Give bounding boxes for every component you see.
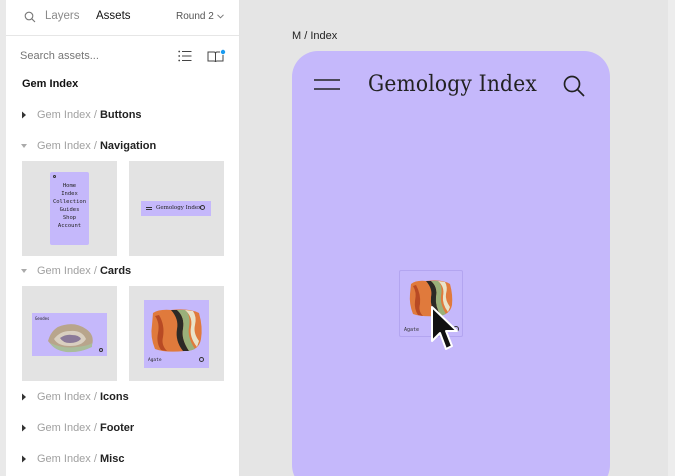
nav-header-preview: Gemology Index (141, 201, 211, 216)
asset-search-row (6, 37, 239, 73)
card-wide-preview: Geodes (32, 313, 107, 356)
card-caption: Agate (148, 358, 162, 363)
group-label: Gem Index / Cards (37, 265, 132, 277)
search-input[interactable] (20, 46, 170, 66)
group-label: Gem Index / Buttons (37, 109, 142, 121)
component-thumb-nav-header[interactable]: Gemology Index (129, 161, 224, 256)
mouse-pointer-icon (431, 306, 458, 350)
component-thumb-nav-menu[interactable]: Home Index Collection Guides Shop Accoun… (22, 161, 117, 256)
frame-label[interactable]: M / Index (292, 30, 337, 42)
nav-header-title: Gemology Index (156, 205, 202, 211)
caret-right-icon[interactable] (21, 424, 27, 432)
group-label: Gem Index / Icons (37, 391, 129, 403)
group-cards[interactable]: Gem Index / Cards (6, 263, 239, 281)
mobile-frame[interactable]: Gemology Index (292, 51, 610, 476)
group-buttons[interactable]: Gem Index / Buttons (6, 107, 239, 125)
group-label: Gem Index / Footer (37, 422, 135, 434)
tab-layers[interactable]: Layers (45, 10, 80, 22)
component-thumb-card-agate[interactable]: Agate (129, 286, 224, 381)
nav-menu-items: Home Index Collection Guides Shop Accoun… (52, 183, 87, 229)
panel-tabs: Layers Assets Round 2 (6, 0, 239, 36)
page-selector[interactable]: Round 2 (176, 11, 214, 22)
nav-menu-preview: Home Index Collection Guides Shop Accoun… (50, 172, 89, 245)
search-icon[interactable] (24, 11, 36, 23)
caret-down-icon[interactable] (21, 142, 27, 150)
caret-right-icon[interactable] (21, 393, 27, 401)
caret-right-icon[interactable] (21, 455, 27, 463)
agate-image (151, 309, 202, 352)
hamburger-menu-icon[interactable] (314, 77, 340, 93)
component-thumb-card-wide[interactable]: Geodes (22, 286, 117, 381)
geode-image (48, 324, 93, 353)
group-icons[interactable]: Gem Index / Icons (6, 389, 239, 407)
group-misc[interactable]: Gem Index / Misc (6, 451, 239, 469)
phone-title: Gemology Index (368, 72, 537, 97)
team-library-icon[interactable] (207, 49, 226, 63)
group-footer[interactable]: Gem Index / Footer (6, 420, 239, 438)
card-caption: Agate (404, 327, 420, 333)
group-label: Gem Index / Misc (37, 453, 125, 465)
caret-down-icon[interactable] (21, 267, 27, 275)
search-icon[interactable] (563, 75, 585, 97)
assets-panel: Layers Assets Round 2 Gem Index Gem Inde… (0, 0, 240, 476)
list-view-icon[interactable] (178, 50, 192, 62)
card-agate-preview: Agate (144, 300, 209, 368)
caret-right-icon[interactable] (21, 111, 27, 119)
canvas-edge (668, 0, 675, 476)
tab-assets[interactable]: Assets (96, 10, 131, 22)
group-navigation[interactable]: Gem Index / Navigation (6, 138, 239, 156)
group-label: Gem Index / Navigation (37, 140, 157, 152)
chevron-down-icon[interactable] (217, 14, 224, 19)
library-title: Gem Index (22, 78, 79, 90)
